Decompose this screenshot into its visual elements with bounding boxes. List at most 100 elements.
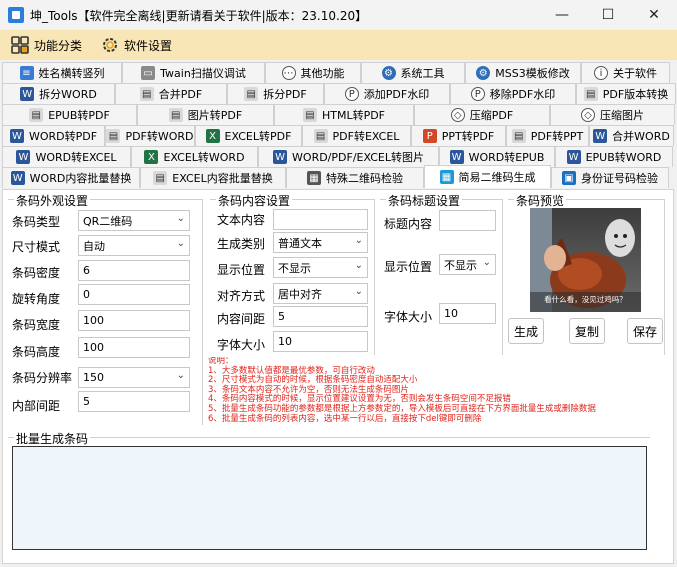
compress-icon: ◇ — [450, 108, 465, 122]
content-spacing-input[interactable]: 5 — [273, 306, 368, 327]
chevron-down-icon: ⌄ — [354, 235, 363, 246]
gen-type-select[interactable]: 普通文本 ⌄ — [273, 232, 368, 253]
tab-system-tools[interactable]: ⚙ 系统工具 — [361, 62, 465, 83]
document-icon: ▤ — [139, 87, 154, 101]
divider — [374, 199, 375, 355]
tab-add-pdf-watermark[interactable]: P 添加PDF水印 — [324, 83, 450, 104]
tab-remove-pdf-watermark[interactable]: P 移除PDF水印 — [450, 83, 576, 104]
word-icon: W — [593, 129, 608, 143]
divider — [502, 199, 503, 355]
preview-group-title: 条码预览 — [514, 192, 567, 209]
chevron-down-icon: ⌄ — [176, 213, 185, 224]
watermark-icon: P — [344, 87, 359, 101]
caption-display-position-select[interactable]: 不显示 ⌄ — [439, 254, 496, 275]
tab-office-to-image[interactable]: W WORD/PDF/EXCEL转图片 — [258, 146, 439, 167]
batch-group-title: 批量生成条码 — [14, 430, 91, 447]
gear-icon — [100, 35, 120, 55]
document-icon: ▤ — [583, 87, 598, 101]
tab-pdf-to-ppt[interactable]: ▤ PDF转PPT — [506, 125, 589, 146]
size-mode-select[interactable]: 自动 ⌄ — [78, 235, 190, 256]
tab-other-functions[interactable]: ⋯ 其他功能 — [265, 62, 361, 83]
word-icon: W — [10, 171, 25, 185]
caption-font-size-input[interactable]: 10 — [439, 303, 496, 324]
close-button[interactable]: ✕ — [631, 0, 677, 30]
window-title: 坤_Tools【软件完全离线|更新请看关于软件|版本：23.10.20】 — [30, 8, 368, 23]
info-icon: i — [594, 66, 608, 80]
gear-icon: ⚙ — [381, 66, 396, 80]
tab-word-batch-replace[interactable]: W WORD内容批量替换 — [2, 167, 140, 188]
tab-pdf-version[interactable]: ▤ PDF版本转换 — [576, 83, 676, 104]
tab-pdf-to-word[interactable]: ▤ PDF转WORD — [105, 125, 195, 146]
barcode-preview-image: 看什么看，没见过鸡吗？ — [530, 208, 641, 312]
chevron-down-icon: ⌄ — [354, 260, 363, 271]
word-icon: W — [273, 150, 288, 164]
text-content-input[interactable] — [273, 209, 368, 230]
tab-merge-pdf[interactable]: ▤ 合并PDF — [115, 83, 227, 104]
gear-icon: ⚙ — [476, 66, 491, 80]
minimize-button[interactable]: — — [539, 0, 585, 30]
tab-excel-to-pdf[interactable]: X EXCEL转PDF — [195, 125, 302, 146]
watermark-icon: P — [470, 87, 485, 101]
divider — [664, 199, 665, 355]
menu-bar: 功能分类 软件设置 — [0, 30, 677, 60]
list-icon: ≡ — [19, 66, 34, 80]
display-position-select[interactable]: 不显示 ⌄ — [273, 257, 368, 278]
tab-html-to-pdf[interactable]: ▤ HTML转PDF — [274, 104, 414, 125]
document-icon: ▤ — [302, 108, 317, 122]
align-label: 对齐方式 — [217, 289, 266, 303]
tab-special-qr-check[interactable]: ▦ 特殊二维码检验 — [286, 167, 424, 188]
menu-function-category[interactable]: 功能分类 — [8, 32, 84, 58]
tab-merge-word[interactable]: W 合并WORD — [589, 125, 674, 146]
document-icon: ▤ — [153, 171, 168, 185]
align-select[interactable]: 居中对齐 ⌄ — [273, 283, 368, 304]
tab-excel-to-word[interactable]: X EXCEL转WORD — [131, 146, 258, 167]
height-input[interactable]: 100 — [78, 337, 190, 358]
padding-input[interactable]: 5 — [78, 391, 190, 412]
app-icon — [8, 7, 24, 23]
tab-id-number-check[interactable]: ▣ 身份证号码检验 — [551, 167, 669, 188]
width-input[interactable]: 100 — [78, 310, 190, 331]
tab-name-horizontal-to-vertical[interactable]: ≡ 姓名横转竖列 — [2, 62, 122, 83]
tab-simple-qr-generate[interactable]: ▦ 简易二维码生成 — [424, 165, 551, 188]
density-input[interactable]: 6 — [78, 260, 190, 281]
tab-ppt-to-pdf[interactable]: P PPT转PDF — [411, 125, 506, 146]
word-icon: W — [20, 87, 35, 101]
tab-epub-to-word[interactable]: W EPUB转WORD — [555, 146, 673, 167]
tab-epub-to-pdf[interactable]: ▤ EPUB转PDF — [2, 104, 137, 125]
save-button[interactable]: 保存 — [627, 318, 663, 344]
content-font-size-input[interactable]: 10 — [273, 331, 368, 352]
document-icon: ▤ — [244, 87, 259, 101]
menu-label: 功能分类 — [34, 38, 83, 53]
tab-image-to-pdf[interactable]: ▤ 图片转PDF — [137, 104, 274, 125]
content-font-size-label: 字体大小 — [217, 338, 266, 352]
word-icon: W — [16, 150, 31, 164]
tab-mss3-template[interactable]: ⚙ MSS3模板修改 — [465, 62, 581, 83]
caption-content-input[interactable] — [439, 210, 496, 231]
tab-split-pdf[interactable]: ▤ 拆分PDF — [227, 83, 324, 104]
tab-word-to-epub[interactable]: W WORD转EPUB — [439, 146, 555, 167]
scanner-icon: ▭ — [141, 66, 156, 80]
tab-compress-pdf[interactable]: ◇ 压缩PDF — [414, 104, 550, 125]
generate-button[interactable]: 生成 — [508, 318, 544, 344]
tab-word-to-excel[interactable]: W WORD转EXCEL — [2, 146, 131, 167]
tab-pdf-to-excel[interactable]: ▤ PDF转EXCEL — [302, 125, 411, 146]
divider — [202, 199, 203, 425]
maximize-button[interactable]: ☐ — [585, 0, 631, 30]
tab-compress-image[interactable]: ◇ 压缩图片 — [550, 104, 675, 125]
excel-icon: X — [144, 150, 159, 164]
instructions-notes: 说明： 1、大多数默认值都是最优参数，可自行改动 2、尺寸模式为自动的时候，根据… — [208, 357, 676, 424]
caption-group-title: 条码标题设置 — [386, 192, 463, 209]
tab-about[interactable]: i 关于软件 — [581, 62, 670, 83]
batch-list[interactable] — [12, 446, 647, 550]
resolution-select[interactable]: 150 ⌄ — [78, 367, 190, 388]
menu-software-settings[interactable]: 软件设置 — [98, 32, 174, 58]
tab-twain-scanner[interactable]: ▭ Twain扫描仪调试 — [122, 62, 265, 83]
tab-word-to-pdf[interactable]: W WORD转PDF — [2, 125, 105, 146]
type-select[interactable]: QR二维码 ⌄ — [78, 210, 190, 231]
caption-content-label: 标题内容 — [384, 217, 433, 231]
tab-split-word[interactable]: W 拆分WORD — [2, 83, 115, 104]
rotation-input[interactable]: 0 — [78, 284, 190, 305]
id-card-icon: ▣ — [562, 171, 576, 185]
copy-button[interactable]: 复制 — [569, 318, 605, 344]
tab-excel-batch-replace[interactable]: ▤ EXCEL内容批量替换 — [140, 167, 286, 188]
